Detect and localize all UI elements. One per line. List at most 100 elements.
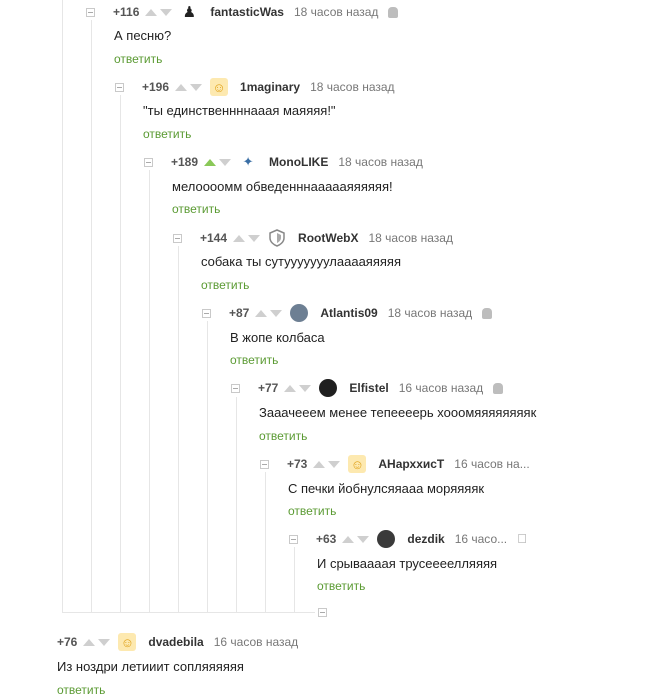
comment-meta: +144 RootWebX 18 часов назад — [173, 228, 463, 248]
upvote-icon[interactable] — [175, 83, 188, 91]
comment-text: мелоооомм обведенннаааааяяяяяя! — [172, 179, 393, 194]
collapse-button[interactable] — [86, 7, 95, 17]
thread-line — [62, 0, 63, 612]
comment-meta: +196 ☺ 1maginary 18 часов назад — [115, 77, 405, 97]
comment-meta: +77 Elfistel 16 часов назад — [231, 378, 504, 398]
comment-text: Зааачееем менее тепеееерь хооомяяяяяяяяк — [259, 405, 537, 420]
comment-rating: +87 — [229, 306, 250, 320]
reply-link[interactable]: ответить — [114, 52, 162, 66]
username[interactable]: MonoLIKE — [269, 155, 328, 169]
comment-rating: +63 — [316, 532, 337, 546]
photo-avatar-icon[interactable] — [290, 304, 309, 322]
default-avatar-icon[interactable]: ☺ — [118, 633, 137, 651]
android-icon — [388, 6, 399, 18]
upvote-icon[interactable] — [313, 460, 326, 468]
thread-line — [265, 472, 266, 612]
android-icon — [493, 382, 504, 394]
downvote-icon[interactable] — [270, 309, 283, 317]
collapse-button[interactable] — [260, 459, 269, 469]
downvote-icon[interactable] — [160, 8, 173, 16]
timestamp: 18 часов назад — [293, 5, 379, 19]
downvote-icon[interactable] — [190, 83, 203, 91]
person-silhouette-icon[interactable]: ♟ — [180, 3, 198, 21]
reply-link[interactable]: ответить — [230, 353, 278, 367]
username[interactable]: 1maginary — [240, 80, 300, 94]
comment-text: Из ноздри летииит сопляяяяяя — [57, 659, 244, 674]
timestamp: 18 часов назад — [338, 155, 423, 169]
comment-text: "ты единственнннааая маяяяя!" — [143, 103, 336, 118]
collapse-button[interactable] — [289, 534, 298, 544]
bird-avatar-icon[interactable]: ✦ — [239, 153, 257, 171]
comment-text: В жопе колбаса — [230, 330, 325, 345]
reply-link[interactable]: ответить — [143, 127, 191, 141]
username[interactable]: dvadebila — [148, 635, 203, 649]
comment-meta: +116 ♟ fantasticWas 18 часов назад — [86, 2, 399, 22]
upvote-icon[interactable] — [145, 8, 158, 16]
upvote-icon[interactable] — [284, 384, 297, 392]
comment-rating: +73 — [287, 457, 308, 471]
collapse-button[interactable] — [144, 157, 153, 167]
thread-divider — [62, 612, 315, 613]
upvote-icon[interactable] — [342, 535, 355, 543]
comment-meta: +63 dezdik 16 часо...  — [289, 529, 527, 549]
upvote-icon[interactable] — [255, 309, 268, 317]
comment-meta: +73 ☺ АНархxисТ 16 часов на... — [260, 454, 540, 474]
collapse-button[interactable] — [115, 82, 124, 92]
thread-line — [207, 321, 208, 612]
comment-text: С печки йобнулсяяааа моряяяяк — [288, 481, 485, 496]
downvote-icon[interactable] — [357, 535, 370, 543]
shield-avatar-icon[interactable] — [268, 229, 286, 247]
upvote-icon[interactable] — [233, 234, 246, 242]
collapse-button[interactable] — [231, 383, 240, 393]
thread-line — [236, 397, 237, 612]
timestamp: 18 часов назад — [368, 231, 453, 245]
username[interactable]: fantasticWas — [210, 5, 284, 19]
comment-meta: +76 ☺ dvadebila 16 часов назад — [57, 632, 308, 652]
username[interactable]: RootWebX — [298, 231, 358, 245]
username[interactable]: АНархxисТ — [378, 457, 444, 471]
comment-text: собака ты сутууууууулааааяяяяя — [201, 254, 401, 269]
username[interactable]: Elfistel — [349, 381, 388, 395]
reply-link[interactable]: ответить — [172, 202, 220, 216]
comment-rating: +77 — [258, 381, 279, 395]
reply-link[interactable]: ответить — [288, 504, 336, 518]
username[interactable]: Atlantis09 — [320, 306, 377, 320]
comment-text: И срываааая трусеееелляяяя — [317, 556, 498, 571]
apple-icon:  — [517, 532, 527, 545]
thread-line — [91, 20, 92, 612]
reply-link[interactable]: ответить — [57, 683, 105, 697]
timestamp: 16 часов назад — [213, 635, 299, 649]
comment-text: А песню? — [114, 28, 172, 43]
thread-line — [294, 547, 295, 612]
reply-link[interactable]: ответить — [201, 278, 249, 292]
reply-link[interactable]: ответить — [259, 429, 307, 443]
comment-meta: +87 Atlantis09 18 часов назад — [202, 303, 493, 323]
downvote-icon[interactable] — [219, 158, 232, 166]
timestamp: 18 часов назад — [387, 306, 473, 320]
thread-line — [120, 95, 121, 612]
android-icon — [482, 307, 493, 319]
timestamp: 18 часов назад — [310, 80, 395, 94]
collapse-button[interactable] — [318, 608, 327, 617]
downvote-icon[interactable] — [98, 638, 111, 646]
comment-rating: +189 — [171, 155, 199, 169]
comment-rating: +196 — [142, 80, 170, 94]
comment-rating: +76 — [57, 635, 78, 649]
reply-link[interactable]: ответить — [317, 579, 365, 593]
collapse-button[interactable] — [173, 233, 182, 243]
comment-rating: +116 — [113, 5, 140, 19]
default-avatar-icon[interactable]: ☺ — [210, 78, 229, 96]
collapse-button[interactable] — [202, 308, 211, 318]
face-avatar-icon[interactable] — [377, 530, 396, 548]
comment-meta: +189 ✦ MonoLIKE 18 часов назад — [144, 152, 433, 172]
thread-line — [149, 170, 150, 612]
downvote-icon[interactable] — [248, 234, 261, 242]
default-avatar-icon[interactable]: ☺ — [348, 455, 367, 473]
upvote-icon[interactable] — [83, 638, 96, 646]
downvote-icon[interactable] — [299, 384, 312, 392]
dark-avatar-icon[interactable] — [319, 379, 338, 397]
username[interactable]: dezdik — [407, 532, 444, 546]
comment-rating: +144 — [200, 231, 228, 245]
upvote-icon[interactable] — [204, 158, 217, 166]
downvote-icon[interactable] — [328, 460, 341, 468]
